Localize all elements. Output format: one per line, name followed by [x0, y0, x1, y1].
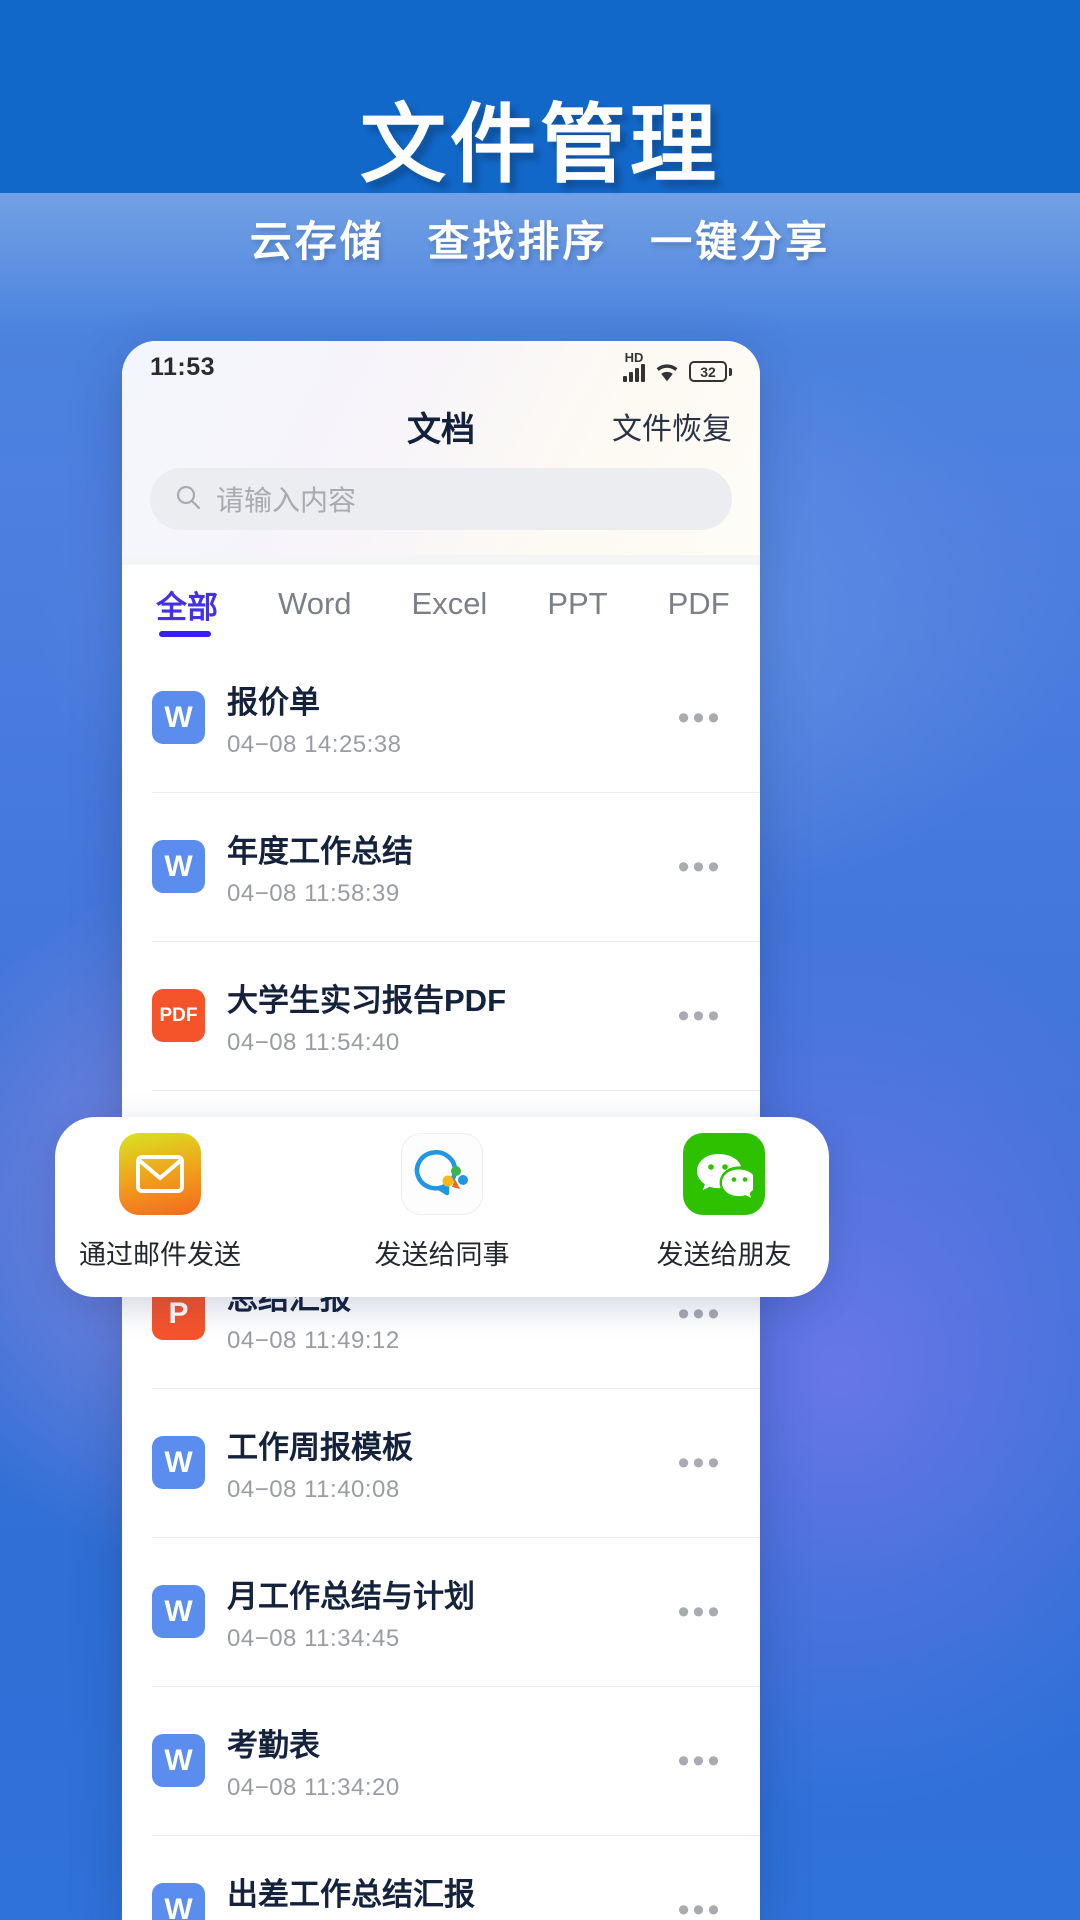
share-option-label: 发送给朋友 — [656, 1240, 792, 1270]
file-name: 大学生实习报告PDF — [227, 982, 506, 1018]
tabstrip-divider — [122, 555, 760, 565]
mail-icon — [119, 1133, 201, 1215]
file-timestamp: 04−08 11:49:12 — [227, 1326, 400, 1354]
tab-label: PDF — [667, 586, 730, 621]
search-icon — [174, 483, 202, 516]
file-name: 月工作总结与计划 — [227, 1578, 475, 1614]
row-more-button[interactable]: ••• — [670, 1595, 730, 1629]
tab-pdf[interactable]: PDF — [638, 565, 760, 643]
status-bar: 11:53 HD 32 — [122, 341, 760, 393]
file-timestamp: 04−08 11:34:45 — [227, 1624, 400, 1652]
wecom-icon — [401, 1133, 483, 1215]
tab-ppt[interactable]: PPT — [517, 565, 637, 643]
table-row[interactable]: W 出差工作总结汇报 04−08 11:33:58 ••• — [122, 1835, 760, 1920]
share-option-label: 通过邮件发送 — [79, 1240, 241, 1270]
signal-bars-icon — [623, 363, 645, 382]
status-bar-clock: 11:53 — [150, 352, 216, 381]
pdf-file-icon: PDF — [152, 989, 205, 1042]
file-name: 考勤表 — [227, 1727, 320, 1763]
share-sheet: 通过邮件发送 发送给同事 发送给朋友 — [55, 1117, 829, 1297]
row-more-button[interactable]: ••• — [670, 1744, 730, 1778]
table-row[interactable]: W 报价单 04−08 14:25:38 ••• — [122, 643, 760, 792]
row-more-button[interactable]: ••• — [670, 701, 730, 735]
file-timestamp: 04−08 11:54:40 — [227, 1028, 400, 1056]
tab-excel[interactable]: Excel — [382, 565, 518, 643]
hd-label: HD — [624, 350, 644, 365]
wifi-icon — [654, 362, 680, 382]
row-more-button[interactable]: ••• — [670, 999, 730, 1033]
word-file-icon: W — [152, 1585, 205, 1638]
promo-subtitle: 云存储 查找排序 一键分享 — [0, 208, 1080, 269]
row-more-button[interactable]: ••• — [670, 1893, 730, 1920]
tab-label: 全部 — [156, 589, 218, 625]
search-placeholder: 请输入内容 — [216, 485, 357, 516]
file-name: 报价单 — [227, 684, 320, 720]
file-type-tabstrip[interactable]: 全部 Word Excel PPT PDF IMG — [122, 565, 760, 643]
row-more-button[interactable]: ••• — [670, 1297, 730, 1331]
word-file-icon: W — [152, 1436, 205, 1489]
tab-word[interactable]: Word — [248, 565, 382, 643]
word-file-icon: W — [152, 1734, 205, 1787]
battery-icon: 32 — [689, 361, 732, 382]
table-row[interactable]: PDF 大学生实习报告PDF 04−08 11:54:40 ••• — [122, 941, 760, 1090]
table-row[interactable]: W 月工作总结与计划 04−08 11:34:45 ••• — [122, 1537, 760, 1686]
battery-percent: 32 — [700, 363, 716, 380]
hd-signal-group: HD — [623, 350, 645, 382]
share-option-label: 发送给同事 — [374, 1240, 510, 1270]
row-more-button[interactable]: ••• — [670, 850, 730, 884]
file-name: 工作周报模板 — [227, 1429, 413, 1465]
tab-label: Word — [278, 586, 352, 621]
table-row[interactable]: W 考勤表 04−08 11:34:20 ••• — [122, 1686, 760, 1835]
file-recovery-button[interactable]: 文件恢复 — [612, 397, 732, 463]
promo-subtitle-part: 查找排序 — [427, 218, 608, 265]
word-file-icon: W — [152, 1883, 205, 1920]
share-option-colleague[interactable]: 发送给同事 — [344, 1133, 540, 1272]
wechat-icon — [683, 1133, 765, 1215]
tab-active-indicator — [159, 631, 211, 637]
search-input[interactable]: 请输入内容 — [150, 468, 732, 530]
file-timestamp: 04−08 11:40:08 — [227, 1475, 400, 1503]
row-more-button[interactable]: ••• — [670, 1446, 730, 1480]
word-file-icon: W — [152, 691, 205, 744]
promo-subtitle-part: 一键分享 — [650, 218, 831, 265]
file-timestamp: 04−08 11:58:39 — [227, 879, 400, 907]
promo-title: 文件管理 — [360, 97, 720, 193]
tab-all[interactable]: 全部 — [122, 565, 248, 643]
status-bar-icons: HD 32 — [623, 350, 732, 382]
promo-subtitle-part: 云存储 — [249, 218, 385, 265]
file-name: 出差工作总结汇报 — [227, 1876, 475, 1912]
word-file-icon: W — [152, 840, 205, 893]
table-row[interactable]: W 工作周报模板 04−08 11:40:08 ••• — [122, 1388, 760, 1537]
file-timestamp: 04−08 11:34:20 — [227, 1773, 400, 1801]
tab-label: Excel — [411, 586, 488, 621]
file-name: 年度工作总结 — [227, 833, 413, 869]
tab-label: PPT — [547, 586, 608, 621]
share-option-email[interactable]: 通过邮件发送 — [62, 1133, 258, 1272]
share-option-friend[interactable]: 发送给朋友 — [626, 1133, 822, 1272]
app-navbar: 文档 文件恢复 — [122, 397, 760, 463]
file-timestamp: 04−08 14:25:38 — [227, 730, 402, 758]
table-row[interactable]: W 年度工作总结 04−08 11:58:39 ••• — [122, 792, 760, 941]
